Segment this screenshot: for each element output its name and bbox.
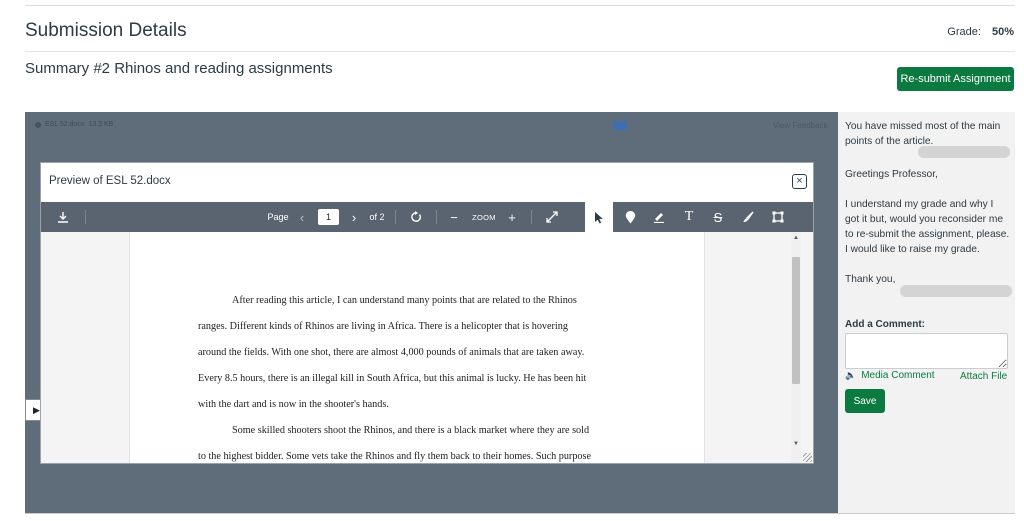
text-tool-button[interactable]: T [680,202,698,232]
view-feedback-link[interactable]: View Feedback [773,121,828,130]
annotation-flag-icon [613,121,627,130]
media-comment-link[interactable]: 🔈 Media Comment [845,370,935,381]
brush-icon [743,211,754,222]
plus-icon: + [508,209,516,225]
file-info-bar: ESL 52.docx 13.3 KB [35,121,113,128]
rotate-button[interactable] [407,202,425,232]
next-page-button[interactable]: › [347,202,361,232]
preview-dialog: Preview of ESL 52.docx × Page ‹ › of 2 [40,162,814,464]
file-size: 13.3 KB [88,121,114,128]
cursor-icon [595,211,603,223]
grade-value: 50% [991,26,1014,38]
close-preview-button[interactable]: × [792,174,807,189]
toolbar-divider [395,210,396,224]
document-line: around the fields. With one shot, there … [198,347,585,358]
page-title: Submission Details [25,20,187,41]
preview-dialog-title: Preview of ESL 52.docx [49,175,171,187]
file-name-link[interactable]: ESL 52.docx [45,121,84,128]
document-line: Every 8.5 hours, there is an illegal kil… [198,373,587,384]
freedraw-tool-button[interactable] [739,202,757,232]
grade-display: Grade: 50% [947,26,1014,38]
area-select-icon [772,211,784,223]
document-line: ranges. Different kinds of Rhinos are li… [198,321,568,332]
point-annotation-button[interactable] [621,202,639,232]
area-tool-button[interactable] [769,202,787,232]
grade-label: Grade: [947,26,981,38]
map-pin-icon [625,210,635,223]
save-comment-button[interactable]: Save [845,389,885,413]
page-total: of 2 [369,212,385,222]
preview-toolbar: Page ‹ › of 2 − ZOOM + [41,202,813,232]
file-icon [35,121,41,128]
zoom-in-button[interactable]: + [505,202,519,232]
preview-dialog-header: Preview of ESL 52.docx × [41,163,813,201]
media-comment-label: Media Comment [861,370,935,381]
redacted-name-scribble [918,146,1010,158]
document-line: After reading this article, I can unders… [232,295,577,306]
highlight-tool-button[interactable] [650,202,668,232]
page-number-input[interactable] [318,209,339,225]
zoom-label: ZOOM [472,212,496,222]
zoom-out-button[interactable]: − [447,202,461,232]
highlighter-icon [654,213,664,223]
prev-page-button[interactable]: ‹ [295,202,309,232]
download-icon [58,212,68,223]
teacher-comment: You have missed most of the main points … [845,121,1001,147]
document-line: Some skilled shooters shoot the Rhinos, … [232,425,590,436]
bottom-divider [25,513,1015,514]
toolbar-divider [531,210,532,224]
comments-panel: You have missed most of the main points … [838,112,1015,513]
scroll-up-icon[interactable]: ▲ [792,235,800,241]
scroll-down-icon[interactable]: ▼ [792,441,800,447]
attach-file-link[interactable]: Attach File [960,371,1007,382]
chevron-right-icon: › [351,209,357,225]
minus-icon: − [450,209,458,225]
add-comment-label: Add a Comment: [845,319,925,330]
speaker-icon: 🔈 [845,370,857,380]
page-label: Page [267,212,289,222]
fullscreen-button[interactable] [543,202,561,232]
select-tool-button[interactable] [585,202,613,232]
rotate-icon [411,211,421,222]
close-icon: × [796,175,803,187]
chevron-left-icon: ‹ [299,209,305,225]
toolbar-divider [85,210,86,224]
top-divider [25,5,1015,6]
document-line: with the dart and is now in the shooter'… [198,399,389,410]
student-comment: I understand my grade and why I got it b… [845,199,1010,255]
document-page: After reading this article, I can unders… [129,232,705,463]
title-divider [25,51,1015,52]
strikeout-tool-button[interactable]: S [709,202,727,232]
download-button[interactable] [53,202,73,232]
redacted-name-scribble [900,285,1012,297]
comment-textarea[interactable] [845,333,1008,369]
student-greeting: Greetings Professor, [845,169,938,180]
scrollbar-thumb[interactable] [792,257,800,384]
play-arrow-icon: ▶ [33,404,40,415]
resize-handle-icon[interactable] [803,453,812,462]
toolbar-divider [436,210,437,224]
assignment-title: Summary #2 Rhinos and reading assignment… [25,60,333,77]
resubmit-assignment-button[interactable]: Re-submit Assignment [897,67,1014,91]
expand-icon [546,211,558,223]
submission-viewer: ESL 52.docx 13.3 KB View Feedback ▶ Prev… [25,112,838,513]
document-text: After reading this article, I can unders… [198,288,668,463]
document-line: to the highest bidder. Some vets take th… [198,451,591,462]
text-icon: T [684,209,694,224]
strikethrough-icon: S [713,209,723,225]
document-canvas[interactable]: After reading this article, I can unders… [41,232,813,463]
